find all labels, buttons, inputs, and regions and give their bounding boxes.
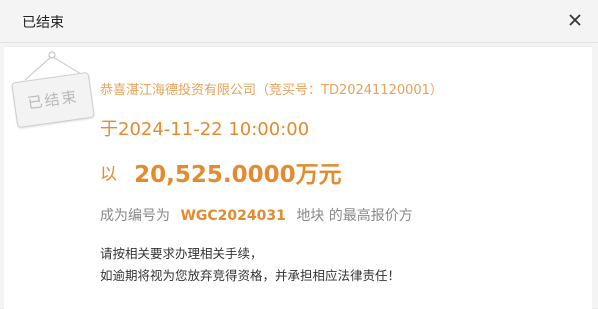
notice-text: 请按相关要求办理相关手续， 如逾期将视为您放弃竞得资格，并承担相应法律责任！ (100, 243, 400, 287)
winner-line: 恭喜湛江海德投资有限公司（竞买号：TD20241120001） (100, 83, 443, 98)
stamp-text: 已结束 (26, 87, 80, 113)
notice-line-1: 请按相关要求办理相关手续， (100, 246, 263, 261)
dialog-body: 已结束 恭喜湛江海德投资有限公司（竞买号：TD20241120001） 于202… (4, 46, 592, 309)
parcel-suffix: 地块 的最高报价方 (296, 208, 413, 224)
ended-stamp: 已结束 (7, 47, 95, 131)
auction-date: 于2024-11-22 10:00:00 (100, 119, 310, 140)
close-icon[interactable] (566, 11, 584, 29)
dialog-title: 已结束 (22, 15, 64, 31)
price-prefix: 以 (100, 164, 117, 185)
notice-line-2: 如逾期将视为您放弃竞得资格，并承担相应法律责任！ (100, 268, 401, 283)
parcel-prefix: 成为编号为 (100, 208, 170, 224)
dialog-titlebar: 已结束 (0, 0, 598, 43)
parcel-code: WGC2024031 (180, 208, 286, 224)
price-line: 以 20,525.0000万元 (100, 155, 342, 189)
parcel-line: 成为编号为 WGC2024031 地块 的最高报价方 (100, 205, 413, 225)
price-amount: 20,525.0000万元 (134, 162, 342, 188)
result-dialog: 已结束 已结束 恭喜湛江海德投资有限公司（竞买号：TD20241120001） … (0, 0, 598, 309)
